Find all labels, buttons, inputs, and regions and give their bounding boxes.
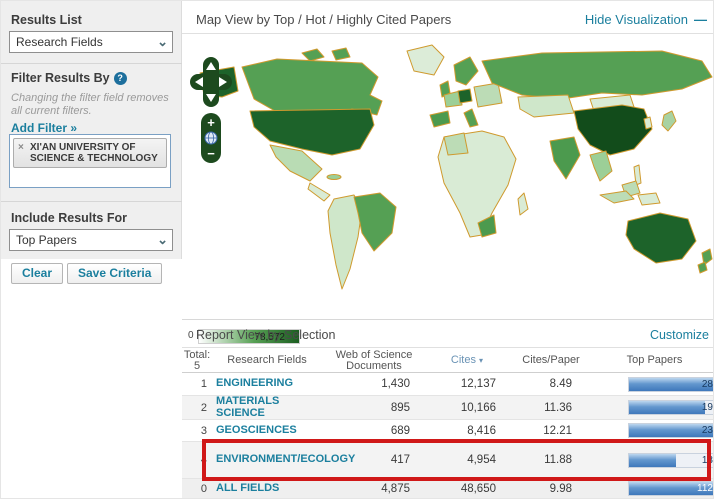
- wos-documents-value: 4,875: [322, 483, 426, 495]
- results-list-label: Results List: [11, 13, 82, 27]
- main-panel: Map View by Top / Hot / Highly Cited Pap…: [182, 1, 714, 499]
- cites-value: 12,137: [426, 378, 508, 390]
- col-wos-documents: Web of ScienceDocuments: [322, 350, 426, 372]
- wos-documents-value: 1,430: [322, 378, 426, 390]
- map-view-title: Map View by Top / Hot / Highly Cited Pap…: [196, 12, 451, 27]
- chevron-down-icon: ⌄: [157, 32, 168, 52]
- table-row: 1 ENGINEERING 1,430 12,137 8.49 28: [182, 373, 714, 396]
- wos-documents-value: 895: [322, 402, 426, 414]
- minus-icon: —: [694, 12, 707, 27]
- total-count: Total:5: [182, 350, 212, 372]
- chevron-down-icon: ⌄: [157, 230, 168, 250]
- research-field-link[interactable]: GEOSCIENCES: [212, 425, 322, 437]
- wos-documents-value: 689: [322, 425, 426, 437]
- include-results-label: Include Results For: [11, 211, 127, 225]
- top-papers-value: 19: [702, 402, 713, 413]
- cites-per-paper-value: 12.21: [508, 425, 594, 437]
- pan-control-icon: [190, 57, 232, 107]
- table-header-row: Total:5 Research Fields Web of ScienceDo…: [182, 349, 714, 373]
- sidebar: Results List Research Fields ⌄ Filter Re…: [1, 1, 182, 499]
- cites-value: 10,166: [426, 402, 508, 414]
- research-field-link[interactable]: ENGINEERING: [212, 378, 322, 390]
- customize-link[interactable]: Customize: [650, 328, 709, 342]
- cites-value: 8,416: [426, 425, 508, 437]
- top-papers-bar: 13: [628, 453, 714, 468]
- remove-filter-icon[interactable]: ×: [18, 142, 24, 153]
- active-filters-box: × XI'AN UNIVERSITY OF SCIENCE & TECHNOLO…: [9, 134, 171, 188]
- top-papers-bar: 112: [628, 481, 714, 496]
- map-header: Map View by Top / Hot / Highly Cited Pap…: [182, 1, 714, 34]
- cites-per-paper-value: 8.49: [508, 378, 594, 390]
- table-row: 4 ENVIRONMENT/ECOLOGY 417 4,954 11.88 13: [182, 442, 714, 479]
- sort-descending-icon: ▾: [479, 356, 483, 365]
- map-controls: + −: [189, 57, 233, 174]
- report-header: Report View by Selection Customize: [182, 321, 714, 348]
- cites-per-paper-value: 11.36: [508, 402, 594, 414]
- top-papers-value: 23: [702, 425, 713, 436]
- wos-documents-value: 417: [322, 454, 426, 466]
- table-row: 3 GEOSCIENCES 689 8,416 12.21 23: [182, 420, 714, 442]
- research-field-link[interactable]: ENVIRONMENT/ECOLOGY: [212, 454, 322, 466]
- choropleth-map-svg: [182, 37, 714, 291]
- hide-visualization-link[interactable]: Hide Visualization—: [585, 12, 707, 27]
- col-research-fields: Research Fields: [212, 355, 322, 366]
- cites-value: 48,650: [426, 483, 508, 495]
- research-field-link[interactable]: MATERIALS SCIENCE: [212, 396, 322, 419]
- top-papers-bar: 28: [628, 377, 714, 392]
- top-papers-bar: 23: [628, 423, 714, 438]
- svg-text:+: +: [207, 115, 215, 130]
- report-table-body: 1 ENGINEERING 1,430 12,137 8.49 28 2 MAT…: [182, 373, 714, 499]
- report-table: Total:5 Research Fields Web of ScienceDo…: [182, 349, 714, 499]
- row-rank: 3: [182, 425, 212, 437]
- col-cites-per-paper: Cites/Paper: [508, 355, 594, 366]
- top-papers-bar: 19: [628, 400, 714, 415]
- svg-text:−: −: [207, 146, 215, 161]
- row-rank: 4: [182, 454, 212, 466]
- sidebar-divider: [1, 63, 182, 64]
- top-papers-value: 28: [702, 379, 713, 390]
- divider: [182, 319, 714, 320]
- results-list-dropdown[interactable]: Research Fields ⌄: [9, 31, 173, 53]
- save-criteria-button[interactable]: Save Criteria: [67, 263, 162, 284]
- col-top-papers: Top Papers: [594, 355, 714, 366]
- row-rank: 0: [182, 483, 212, 495]
- filter-tag: × XI'AN UNIVERSITY OF SCIENCE & TECHNOLO…: [13, 138, 167, 168]
- sidebar-divider: [1, 201, 182, 202]
- table-row: 2 MATERIALS SCIENCE 895 10,166 11.36 19: [182, 396, 714, 420]
- question-mark-icon[interactable]: ?: [114, 72, 127, 85]
- report-view-title: Report View by Selection: [196, 328, 335, 342]
- results-list-dropdown-value: Research Fields: [16, 35, 103, 49]
- cites-value: 4,954: [426, 454, 508, 466]
- world-map[interactable]: + − 0 78,572: [182, 37, 714, 291]
- include-results-dropdown[interactable]: Top Papers ⌄: [9, 229, 173, 251]
- col-cites-sortable[interactable]: Cites ▾: [426, 355, 508, 366]
- include-results-dropdown-value: Top Papers: [16, 233, 77, 247]
- esi-map-view-page: Results List Research Fields ⌄ Filter Re…: [0, 0, 714, 499]
- filter-tag-label: XI'AN UNIVERSITY OF SCIENCE & TECHNOLOGY: [30, 142, 158, 164]
- row-rank: 1: [182, 378, 212, 390]
- row-rank: 2: [182, 402, 212, 414]
- top-papers-value: 112: [697, 483, 713, 494]
- filter-results-by-label: Filter Results By?: [11, 71, 127, 85]
- zoom-control-icon: + −: [201, 113, 221, 163]
- cites-per-paper-value: 9.98: [508, 483, 594, 495]
- research-field-link[interactable]: ALL FIELDS: [212, 483, 322, 495]
- filter-note: Changing the filter field removes all cu…: [11, 92, 171, 118]
- clear-button[interactable]: Clear: [11, 263, 63, 284]
- table-row: 0 ALL FIELDS 4,875 48,650 9.98 112: [182, 479, 714, 499]
- top-papers-value: 13: [702, 455, 713, 466]
- cites-per-paper-value: 11.88: [508, 454, 594, 466]
- add-filter-link[interactable]: Add Filter »: [11, 121, 77, 135]
